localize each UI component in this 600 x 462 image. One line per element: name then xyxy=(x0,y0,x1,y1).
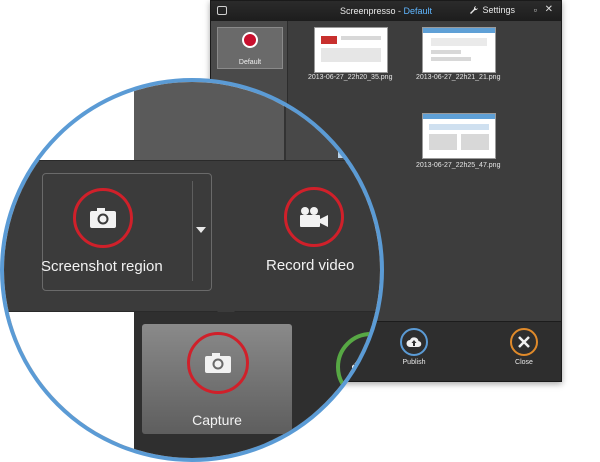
capture-ring xyxy=(187,332,249,394)
publish-label: Publish xyxy=(402,359,426,366)
publish-ring xyxy=(400,328,428,356)
thumbnail-3[interactable] xyxy=(422,113,496,159)
zoomed-left-area xyxy=(4,312,134,458)
publish-button[interactable]: Publish xyxy=(389,328,439,366)
workspace-tile-label: Default xyxy=(238,59,262,66)
thumbnail-2[interactable] xyxy=(422,27,496,73)
capture-menu: Screenshot region Record video xyxy=(4,160,380,312)
thumbnail-2-filename: 2013-06-27_22h21_21.png xyxy=(416,74,501,81)
workspace-name: Default xyxy=(403,6,433,16)
camera-icon xyxy=(90,208,116,228)
window-close-button[interactable]: ✕ xyxy=(545,4,553,15)
close-icon xyxy=(518,336,530,348)
pencil-icon xyxy=(352,350,372,370)
magnifier-callout: Screenshot region Record video Capture xyxy=(0,78,384,462)
thumbnail-3-filename: 2013-06-27_22h25_47.png xyxy=(416,162,501,169)
settings-label: Settings xyxy=(482,5,515,15)
cloud-upload-icon xyxy=(406,337,422,348)
record-video-ring[interactable] xyxy=(284,187,344,247)
title-separator: - xyxy=(398,6,401,16)
wrench-icon xyxy=(470,6,479,14)
screenshot-region-button[interactable]: Screenshot region xyxy=(41,173,212,291)
title-bar: Screenpresso - Default Settings ▫ ✕ xyxy=(211,1,561,21)
screenshot-region-ring xyxy=(73,188,133,248)
capture-label: Capture xyxy=(192,412,242,428)
app-name: Screenpresso xyxy=(339,6,396,16)
thumbnail-1-filename: 2013-06-27_22h20_35.png xyxy=(308,74,393,81)
workspace-logo-icon xyxy=(242,32,258,48)
thumbnail-1[interactable] xyxy=(314,27,388,73)
settings-button[interactable]: Settings xyxy=(469,5,515,15)
close-ring xyxy=(510,328,538,356)
camera-icon xyxy=(205,353,231,373)
screenshot-region-label: Screenshot region xyxy=(41,258,163,275)
zoomed-thumbnail xyxy=(338,112,380,158)
close-label: Close xyxy=(515,359,533,366)
capture-button[interactable]: Capture xyxy=(142,324,292,434)
caret-down-icon[interactable] xyxy=(196,227,206,233)
record-video-label[interactable]: Record video xyxy=(266,257,354,274)
video-camera-icon xyxy=(300,207,328,227)
minimize-button[interactable]: ▫ xyxy=(534,5,537,15)
close-button[interactable]: Close xyxy=(499,328,549,366)
workspace-tile-default[interactable]: Default xyxy=(217,27,283,69)
split-divider xyxy=(192,181,193,281)
